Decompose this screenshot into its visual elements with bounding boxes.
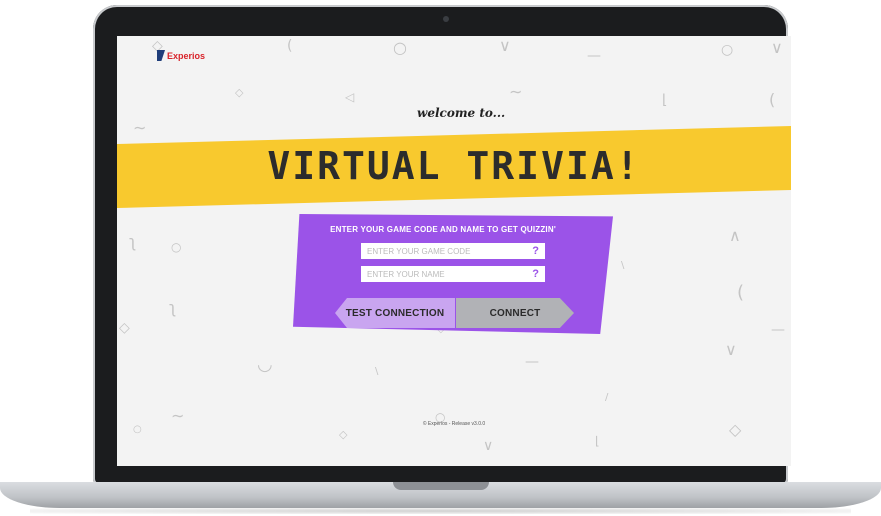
decor-diamond-icon: ◇ [339, 428, 348, 441]
decor-chevron-icon: ∨ [483, 438, 494, 454]
decor-arc-icon: ( [769, 90, 776, 109]
camera-dot [443, 16, 449, 22]
decor-line-icon: \ [375, 366, 379, 377]
decor-arc-icon: ◡ [257, 354, 273, 375]
logo-mark-icon [157, 50, 165, 61]
decor-line-icon: — [525, 354, 539, 370]
laptop-base-notch [393, 482, 489, 490]
connect-button[interactable]: CONNECT [456, 298, 574, 328]
decor-line-icon: / [605, 392, 609, 403]
decor-arc-icon: ( [287, 38, 293, 54]
laptop-shadow [30, 508, 851, 514]
decor-circle-icon: ○ [393, 38, 407, 57]
game-code-input[interactable] [361, 244, 541, 258]
experios-logo: Experios [157, 50, 205, 61]
decor-diamond-icon: ◇ [119, 320, 130, 336]
decor-circle-icon: ○ [721, 42, 734, 58]
decor-squiggle-icon: ʅ [129, 232, 137, 251]
page-title: VIRTUAL TRIVIA! [267, 144, 641, 188]
decor-wave-icon: ∼ [509, 82, 523, 101]
test-connection-button[interactable]: TEST CONNECTION [335, 298, 455, 328]
game-code-field: ? [361, 243, 545, 259]
decor-line-icon: — [771, 322, 785, 338]
decor-corner-icon: ⌊ [662, 92, 668, 108]
decor-chevron-icon: ∧ [729, 226, 741, 245]
decor-circle-icon: ○ [171, 240, 182, 254]
decor-line-icon: \ [621, 260, 625, 271]
name-input[interactable] [361, 267, 541, 281]
decor-wave-icon: ∼ [133, 118, 147, 137]
app-screen: ○ ◇ ∨ ○ ∨ ( ◇ ◁ ∼ — ( ⌊ ∼ ʅ ○ ʅ ◇ ◡ ∼ ○ … [117, 36, 791, 466]
game-code-help-icon[interactable]: ? [532, 244, 539, 258]
form-prompt: ENTER YOUR GAME CODE AND NAME TO GET QUI… [330, 225, 556, 234]
decor-chevron-icon: ∨ [771, 38, 783, 57]
decor-chevron-icon: ∨ [725, 340, 737, 359]
decor-square-icon: ◇ [235, 86, 244, 99]
decor-corner-icon: ⌊ [595, 434, 600, 448]
welcome-text: welcome to... [417, 106, 506, 120]
logo-text: Experios [167, 50, 206, 61]
laptop-mockup: ○ ◇ ∨ ○ ∨ ( ◇ ◁ ∼ — ( ⌊ ∼ ʅ ○ ʅ ◇ ◡ ∼ ○ … [0, 0, 881, 516]
footer-version: © Experios - Release v3.0.0 [422, 421, 486, 427]
name-help-icon[interactable]: ? [532, 267, 539, 281]
decor-chevron-icon: ∨ [499, 36, 511, 55]
decor-arc-icon: ( [737, 282, 745, 303]
name-field: ? [361, 266, 545, 282]
decor-square-icon: ◁ [345, 90, 355, 104]
decor-line-icon: — [587, 48, 601, 64]
decor-squiggle-icon: ʅ [169, 298, 177, 317]
